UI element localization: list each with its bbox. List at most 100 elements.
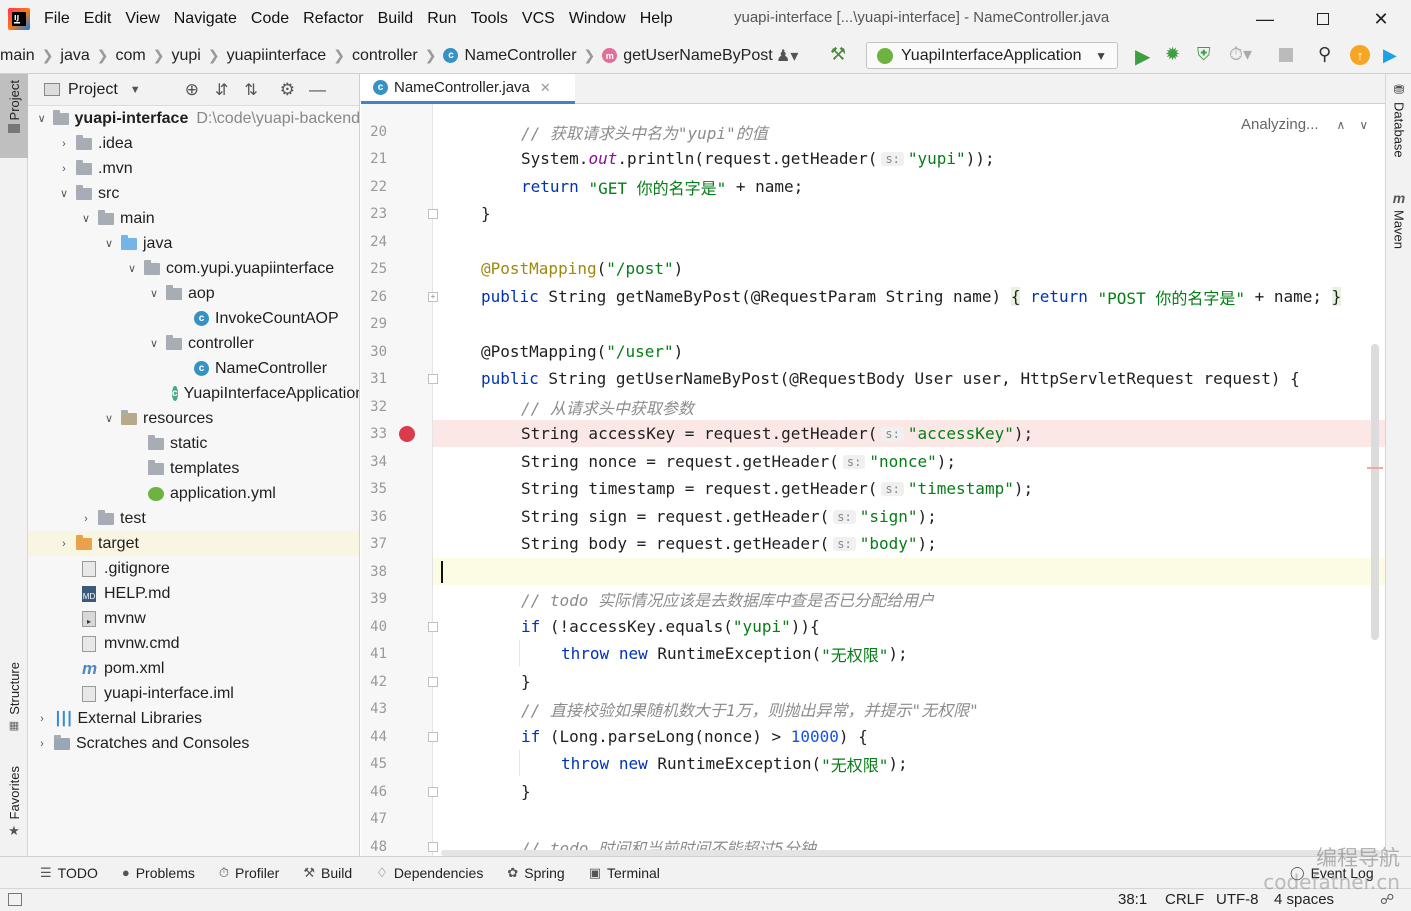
- chevron-down-icon[interactable]: ∨: [124, 262, 140, 275]
- tool-tab-structure[interactable]: Structure ▦: [0, 662, 28, 742]
- run-icon[interactable]: ▶: [1135, 44, 1150, 69]
- tool-button-problems[interactable]: ● Problems: [122, 865, 195, 881]
- tree-item-controller[interactable]: ∨ controller: [28, 331, 359, 356]
- tree-item-application[interactable]: c YuapiInterfaceApplication: [28, 381, 359, 406]
- update-icon[interactable]: ↑: [1350, 45, 1370, 65]
- vertical-scrollbar[interactable]: [1371, 344, 1379, 640]
- tree-item-test[interactable]: › test: [28, 506, 359, 531]
- debug-icon[interactable]: ✹: [1165, 44, 1180, 65]
- folded-brace[interactable]: }: [1331, 287, 1342, 306]
- chevron-down-icon[interactable]: ∨: [146, 287, 162, 300]
- stop-icon[interactable]: [1279, 48, 1293, 62]
- tree-item-scratches[interactable]: › Scratches and Consoles: [28, 731, 359, 756]
- maximize-icon[interactable]: [1310, 6, 1336, 32]
- tree-item-static[interactable]: static: [28, 431, 359, 456]
- tree-item-help-md[interactable]: MD HELP.md: [28, 581, 359, 606]
- breadcrumb-java[interactable]: java ❯: [60, 47, 115, 65]
- chevron-right-icon[interactable]: ›: [56, 538, 72, 550]
- error-stripe-marker[interactable]: [1367, 467, 1383, 469]
- close-window-icon[interactable]: ✕: [1368, 6, 1394, 32]
- folded-brace[interactable]: {: [1010, 287, 1021, 306]
- menu-refactor[interactable]: Refactor: [303, 10, 363, 28]
- chevron-down-icon[interactable]: ∨: [101, 237, 117, 250]
- tool-tab-database[interactable]: ⛃ Database: [1386, 82, 1411, 182]
- locate-icon[interactable]: ⊕: [185, 80, 199, 100]
- menu-window[interactable]: Window: [569, 10, 626, 28]
- menu-vcs[interactable]: VCS: [522, 10, 555, 28]
- file-encoding[interactable]: UTF-8: [1216, 891, 1259, 908]
- breadcrumb-class[interactable]: c NameController ❯: [443, 47, 602, 65]
- tree-item-invokecountaop[interactable]: c InvokeCountAOP: [28, 306, 359, 331]
- breadcrumb-main[interactable]: main ❯: [0, 47, 60, 65]
- jetbrains-toolbox-icon[interactable]: ▶: [1383, 45, 1397, 66]
- menu-code[interactable]: Code: [251, 10, 289, 28]
- breadcrumb-controller[interactable]: controller ❯: [352, 47, 444, 65]
- tree-item-mvn[interactable]: › .mvn: [28, 156, 359, 181]
- hammer-build-icon[interactable]: ⚒: [830, 44, 846, 65]
- tree-item-application-yml[interactable]: application.yml: [28, 481, 359, 506]
- chevron-right-icon[interactable]: ›: [34, 713, 50, 725]
- toggle-tool-windows-icon[interactable]: [8, 893, 22, 906]
- chevron-down-icon[interactable]: ∨: [146, 337, 162, 350]
- chevron-right-icon[interactable]: ›: [56, 138, 72, 150]
- tool-button-profiler[interactable]: ⏱ Profiler: [219, 865, 280, 881]
- caret-position[interactable]: 38:1: [1118, 891, 1147, 908]
- expand-all-icon[interactable]: ⇵: [215, 80, 228, 100]
- gear-icon[interactable]: ⚙: [280, 80, 295, 100]
- chevron-down-icon[interactable]: ▼: [130, 84, 141, 96]
- tool-button-todo[interactable]: ☰ TODO: [40, 865, 98, 881]
- close-tab-icon[interactable]: ✕: [540, 80, 551, 96]
- menu-navigate[interactable]: Navigate: [174, 10, 237, 28]
- chevron-right-icon[interactable]: ›: [78, 513, 94, 525]
- tree-item-idea[interactable]: › .idea: [28, 131, 359, 156]
- tree-item-gitignore[interactable]: .gitignore: [28, 556, 359, 581]
- tree-item-target[interactable]: › target: [28, 531, 359, 556]
- chevron-down-icon[interactable]: ∨: [78, 212, 94, 225]
- tool-button-dependencies[interactable]: ♢ Dependencies: [376, 865, 483, 881]
- chevron-down-icon[interactable]: ∨: [101, 412, 117, 425]
- chevron-down-icon[interactable]: ∨: [34, 112, 49, 125]
- menu-help[interactable]: Help: [640, 10, 673, 28]
- tree-item-root[interactable]: ∨ yuapi-interface D:\code\yuapi-backend: [28, 106, 359, 131]
- tool-tab-maven[interactable]: m Maven: [1386, 190, 1411, 270]
- minimize-icon[interactable]: —: [1252, 6, 1278, 32]
- breadcrumb-com[interactable]: com ❯: [116, 47, 172, 65]
- tree-item-aop[interactable]: ∨ aop: [28, 281, 359, 306]
- coverage-icon[interactable]: ⛨: [1197, 44, 1211, 65]
- menu-run[interactable]: Run: [427, 10, 456, 28]
- tool-button-spring[interactable]: ✿ Spring: [507, 865, 564, 881]
- tree-item-java[interactable]: ∨ java: [28, 231, 359, 256]
- menu-view[interactable]: View: [125, 10, 159, 28]
- tree-item-pom-xml[interactable]: m pom.xml: [28, 656, 359, 681]
- breadcrumb-yuapiinterface[interactable]: yuapiinterface ❯: [227, 47, 352, 65]
- editor-tab-namecontroller[interactable]: c NameController.java ✕: [361, 74, 575, 104]
- code-editor[interactable]: c NameController.java ✕ Analyzing... ∧ ∨…: [361, 74, 1385, 856]
- tree-item-resources[interactable]: ∨ resources: [28, 406, 359, 431]
- menu-tools[interactable]: Tools: [471, 10, 508, 28]
- tree-item-iml[interactable]: yuapi-interface.iml: [28, 681, 359, 706]
- tool-button-event-log[interactable]: ◯ Event Log: [1290, 865, 1374, 881]
- chevron-right-icon[interactable]: ›: [34, 738, 50, 750]
- breadcrumb-yupi[interactable]: yupi ❯: [171, 47, 226, 65]
- tree-item-templates[interactable]: templates: [28, 456, 359, 481]
- profile-icon[interactable]: ⏱▾: [1229, 44, 1252, 65]
- menu-edit[interactable]: Edit: [84, 10, 112, 28]
- chevron-right-icon[interactable]: ›: [56, 163, 72, 175]
- line-separator[interactable]: CRLF: [1165, 891, 1204, 908]
- tool-tab-favorites[interactable]: Favorites ★: [0, 766, 28, 846]
- breadcrumb-method[interactable]: m getUserNameByPost: [602, 47, 773, 65]
- project-view-select[interactable]: Project: [68, 81, 118, 99]
- search-icon[interactable]: ⚲: [1318, 44, 1331, 65]
- tool-tab-project[interactable]: Project: [0, 74, 28, 158]
- lock-icon[interactable]: ☍: [1380, 891, 1394, 908]
- menu-file[interactable]: File: [44, 10, 70, 28]
- tree-item-package[interactable]: ∨ com.yupi.yuapiinterface: [28, 256, 359, 281]
- tree-item-main[interactable]: ∨ main: [28, 206, 359, 231]
- tree-item-external-libraries[interactable]: › ┃┃┃ External Libraries: [28, 706, 359, 731]
- tree-item-mvnw-cmd[interactable]: mvnw.cmd: [28, 631, 359, 656]
- tree-item-mvnw[interactable]: ▸ mvnw: [28, 606, 359, 631]
- tool-button-terminal[interactable]: ▣ Terminal: [589, 865, 660, 881]
- menu-build[interactable]: Build: [378, 10, 414, 28]
- run-configuration-select[interactable]: YuapiInterfaceApplication ▼: [866, 42, 1118, 69]
- tree-item-src[interactable]: ∨ src: [28, 181, 359, 206]
